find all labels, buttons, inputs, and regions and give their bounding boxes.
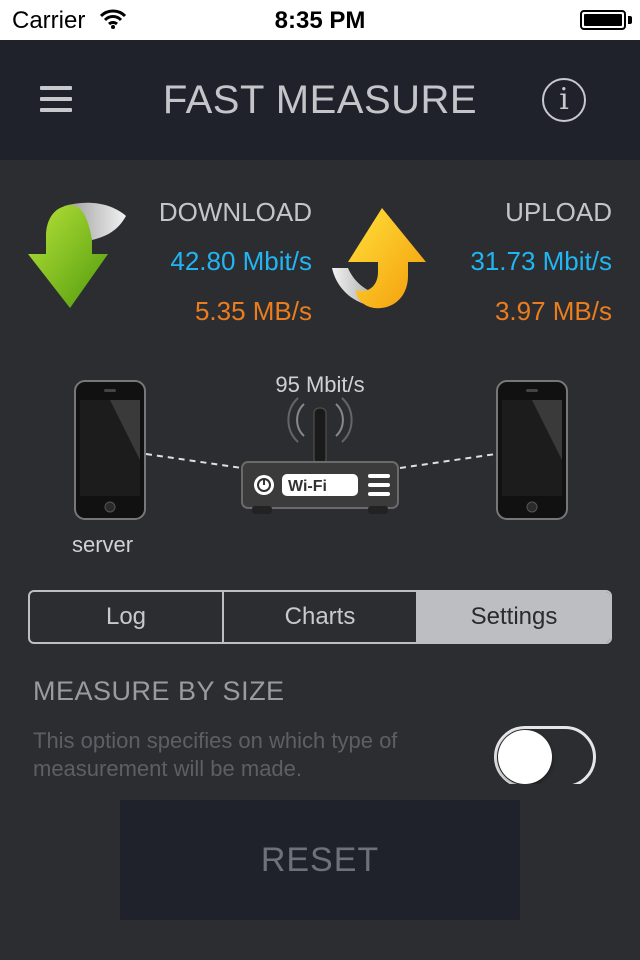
download-label: DOWNLOAD [158,197,312,227]
nav-bar: FAST MEASURE i [0,40,640,160]
tab-log[interactable]: Log [30,592,224,642]
setting-description: This option specifies on which type of m… [33,728,398,781]
wifi-router-icon: Wi-Fi [241,397,399,514]
toggle-knob [498,730,552,784]
status-time: 8:35 PM [274,7,366,34]
tab-bar: Log Charts Settings [28,590,612,644]
info-icon[interactable]: i [542,78,586,122]
upload-mbit-value: 31.73 Mbit/s [470,246,612,276]
tab-settings[interactable]: Settings [418,592,610,642]
server-phone-icon [74,380,146,520]
upload-label: UPLOAD [505,197,612,227]
router-wifi-label: Wi-Fi [288,478,327,495]
network-diagram: 95 Mbit/s Wi-Fi server [0,360,640,560]
tab-charts[interactable]: Charts [224,592,418,642]
client-phone-icon [496,380,568,520]
upload-mb-value: 3.97 MB/s [494,296,612,326]
server-label: server [72,532,134,557]
battery-icon [580,10,626,30]
battery-tip [628,16,632,24]
status-bar: Carrier 8:35 PM [0,0,640,40]
measure-by-size-toggle[interactable] [494,726,596,788]
setting-title: MEASURE BY SIZE [33,676,285,706]
download-mbit-value: 42.80 Mbit/s [170,246,312,276]
download-mb-value: 5.35 MB/s [194,296,312,326]
reset-button[interactable]: RESET [120,800,520,920]
